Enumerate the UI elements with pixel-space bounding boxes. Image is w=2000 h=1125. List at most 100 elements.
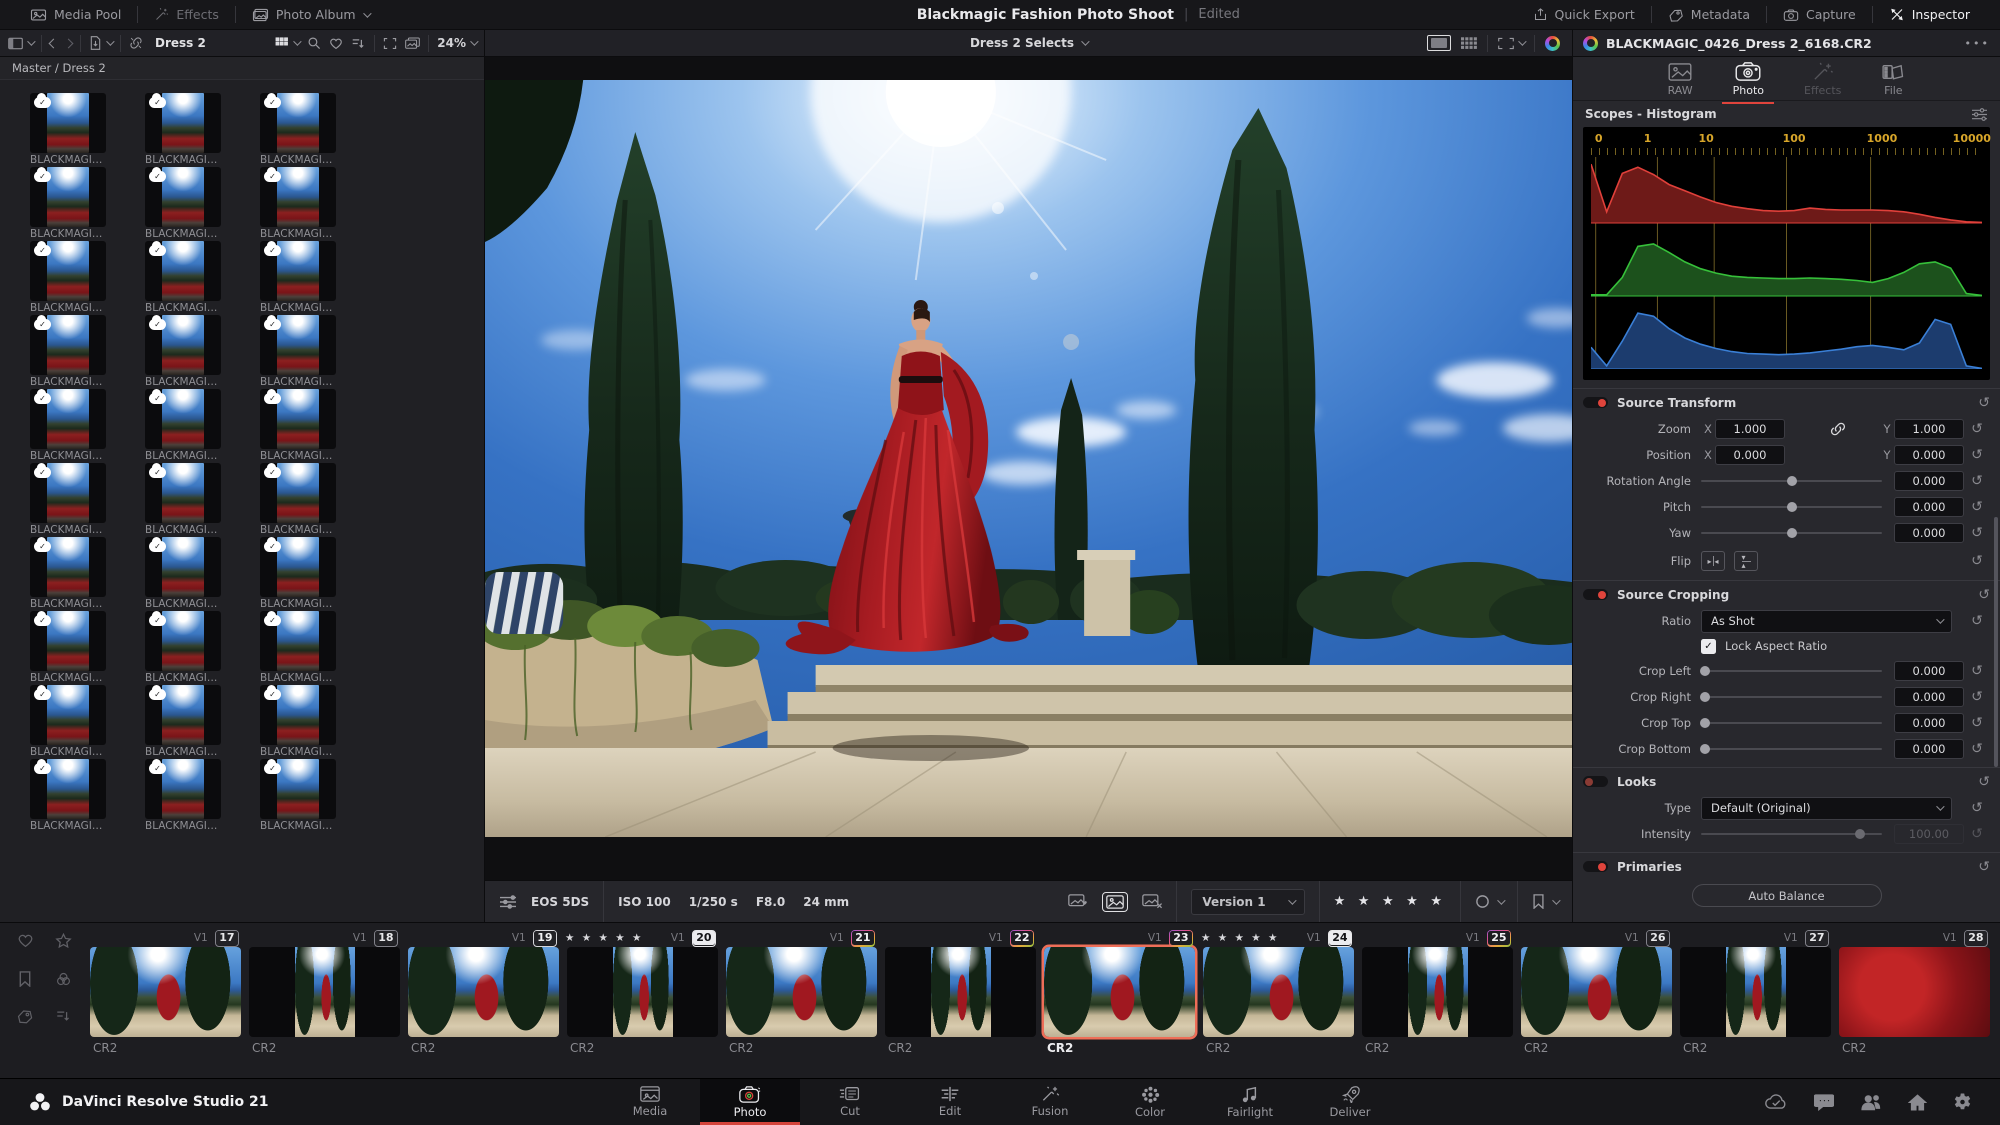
scope-settings-icon[interactable]: [1971, 107, 1988, 122]
histogram-scope[interactable]: 0 1 10 100 1000 10000: [1583, 127, 1991, 380]
section-source-transform[interactable]: Source Transform ↺: [1573, 388, 2000, 416]
clip-thumbnail[interactable]: [726, 947, 877, 1037]
media-thumbnail[interactable]: ✓ BLACKMAGIC_042...: [260, 93, 336, 167]
thumbnail-image[interactable]: ✓: [145, 685, 221, 745]
color-flag-dropdown[interactable]: [1475, 894, 1506, 909]
filmstrip-clip[interactable]: V1 24 CR2: [1203, 929, 1354, 1059]
ratio-dropdown[interactable]: As Shot: [1701, 609, 1952, 633]
tab-file[interactable]: File: [1881, 61, 1905, 97]
thumbnail-image[interactable]: ✓: [145, 537, 221, 597]
source-cropping-toggle[interactable]: [1583, 589, 1608, 600]
clip-number-badge[interactable]: 24: [1327, 929, 1352, 947]
clip-thumbnail[interactable]: [1839, 947, 1990, 1037]
thumbnail-image[interactable]: ✓: [30, 537, 106, 597]
tab-raw[interactable]: RAW: [1668, 61, 1693, 97]
media-pool-button[interactable]: Media Pool: [14, 0, 137, 29]
zoom-level-control[interactable]: 24%: [437, 36, 479, 50]
thumbnail-image[interactable]: ✓: [260, 537, 336, 597]
media-thumbnail[interactable]: ✓ BLACKMAGIC_042...: [145, 463, 221, 537]
reset-icon[interactable]: ↺: [1971, 827, 1983, 841]
crop-bottom-input[interactable]: 0.000: [1894, 739, 1964, 759]
thumbnail-image[interactable]: ✓: [30, 167, 106, 227]
media-thumbnail[interactable]: ✓ BLACKMAGIC_042...: [260, 315, 336, 389]
back-button[interactable]: [48, 38, 59, 48]
rating-bar[interactable]: ★ ★ ★ ★ ★: [1334, 894, 1446, 909]
page-tab-media[interactable]: Media: [600, 1079, 700, 1125]
thumbnail-image[interactable]: ✓: [145, 315, 221, 375]
zoom-x-input[interactable]: 1.000: [1715, 419, 1785, 439]
pitch-slider[interactable]: [1701, 502, 1882, 512]
filmstrip-clip[interactable]: V1 20 CR2: [567, 929, 718, 1059]
clip-number-badge[interactable]: 18: [373, 929, 398, 947]
thumbnail-image[interactable]: ✓: [145, 611, 221, 671]
page-tab-deliver[interactable]: Deliver: [1300, 1079, 1400, 1125]
import-button[interactable]: [89, 36, 115, 50]
collaboration-icon[interactable]: [1860, 1094, 1882, 1111]
crop-left-slider[interactable]: [1700, 666, 1882, 676]
media-thumbnail[interactable]: ✓ BLACKMAGIC_042...: [145, 315, 221, 389]
clip-thumbnail[interactable]: [885, 947, 1036, 1037]
link-icon[interactable]: [1830, 422, 1846, 436]
thumbnail-image[interactable]: ✓: [30, 611, 106, 671]
filmstrip-clip[interactable]: V1 27 CR2: [1680, 929, 1831, 1059]
reset-icon[interactable]: ↺: [1971, 742, 1983, 756]
media-thumbnail[interactable]: ✓ BLACKMAGIC_042...: [145, 167, 221, 241]
media-thumbnail[interactable]: ✓ BLACKMAGIC_042...: [30, 685, 106, 759]
page-tab-fairlight[interactable]: Fairlight: [1200, 1079, 1300, 1125]
crop-right-input[interactable]: 0.000: [1894, 687, 1964, 707]
settings-gear-icon[interactable]: [1953, 1093, 1972, 1111]
media-thumbnail[interactable]: ✓ BLACKMAGIC_042...: [260, 685, 336, 759]
media-thumbnail[interactable]: ✓ BLACKMAGIC_042...: [260, 167, 336, 241]
collection-name[interactable]: Dress 2: [151, 36, 210, 50]
clip-thumbnail[interactable]: [1203, 947, 1354, 1037]
thumbnail-image[interactable]: ✓: [30, 389, 106, 449]
reset-icon[interactable]: ↺: [1971, 422, 1983, 436]
thumbnail-image[interactable]: ✓: [260, 315, 336, 375]
media-thumbnail[interactable]: ✓ BLACKMAGIC_042...: [145, 759, 221, 833]
filmstrip-clip[interactable]: V1 26 CR2: [1521, 929, 1672, 1059]
reset-icon[interactable]: ↺: [1971, 474, 1983, 488]
filmstrip-clip[interactable]: V1 22 CR2: [885, 929, 1036, 1059]
media-thumbnail[interactable]: ✓ BLACKMAGIC_042...: [30, 389, 106, 463]
clip-number-badge[interactable]: 23: [1168, 929, 1193, 947]
media-thumbnail[interactable]: ✓ BLACKMAGIC_042...: [30, 93, 106, 167]
bookmark-filter-icon[interactable]: [8, 971, 42, 987]
thumbnail-image[interactable]: ✓: [260, 93, 336, 153]
section-source-cropping[interactable]: Source Cropping ↺: [1573, 580, 2000, 608]
adjustments-icon[interactable]: [499, 894, 517, 910]
breadcrumb[interactable]: Master / Dress 2: [0, 57, 484, 80]
media-thumbnail[interactable]: ✓ BLACKMAGIC_042...: [30, 315, 106, 389]
page-tab-color[interactable]: Color: [1100, 1079, 1200, 1125]
heart-filter-icon[interactable]: [8, 933, 42, 949]
thumbnail-size-button[interactable]: [275, 37, 302, 49]
filmstrip-clip[interactable]: V1 25 CR2: [1362, 929, 1513, 1059]
reset-icon[interactable]: ↺: [1971, 690, 1983, 704]
reset-icon[interactable]: ↺: [1971, 801, 1983, 815]
thumbnail-image[interactable]: ✓: [260, 463, 336, 523]
thumbnail-image[interactable]: ✓: [260, 611, 336, 671]
rotation-angle-input[interactable]: 0.000: [1894, 471, 1964, 491]
reset-icon[interactable]: ↺: [1971, 554, 1983, 568]
media-thumbnail[interactable]: ✓ BLACKMAGIC_042...: [145, 537, 221, 611]
clip-number-badge[interactable]: 25: [1486, 929, 1511, 947]
position-x-input[interactable]: 0.000: [1715, 445, 1785, 465]
reset-icon[interactable]: ↺: [1971, 448, 1983, 462]
clip-thumbnail[interactable]: [249, 947, 400, 1037]
reset-icon[interactable]: ↺: [1971, 526, 1983, 540]
media-thumbnail[interactable]: ✓ BLACKMAGIC_042...: [145, 685, 221, 759]
crop-overlay-button[interactable]: [383, 37, 397, 50]
crop-top-slider[interactable]: [1700, 718, 1882, 728]
thumbnail-image[interactable]: ✓: [260, 389, 336, 449]
forward-button[interactable]: [63, 38, 74, 48]
flip-vertical-button[interactable]: ▾ ▴: [1734, 551, 1758, 571]
thumbnail-image[interactable]: ✓: [30, 759, 106, 819]
lock-aspect-ratio-checkbox[interactable]: ✓: [1701, 638, 1716, 654]
favorites-filter-button[interactable]: [329, 37, 343, 50]
thumbnail-image[interactable]: ✓: [30, 463, 106, 523]
media-thumbnail[interactable]: ✓ BLACKMAGIC_042...: [30, 463, 106, 537]
cloud-sync-icon[interactable]: [1764, 1093, 1788, 1111]
rotation-angle-slider[interactable]: [1701, 476, 1882, 486]
filmstrip-clip[interactable]: V1 19 ★ ★ ★ ★ ★ CR2: [408, 929, 641, 1059]
inspector-scrollbar[interactable]: [1994, 517, 1998, 767]
clip-thumbnail[interactable]: [567, 947, 718, 1037]
